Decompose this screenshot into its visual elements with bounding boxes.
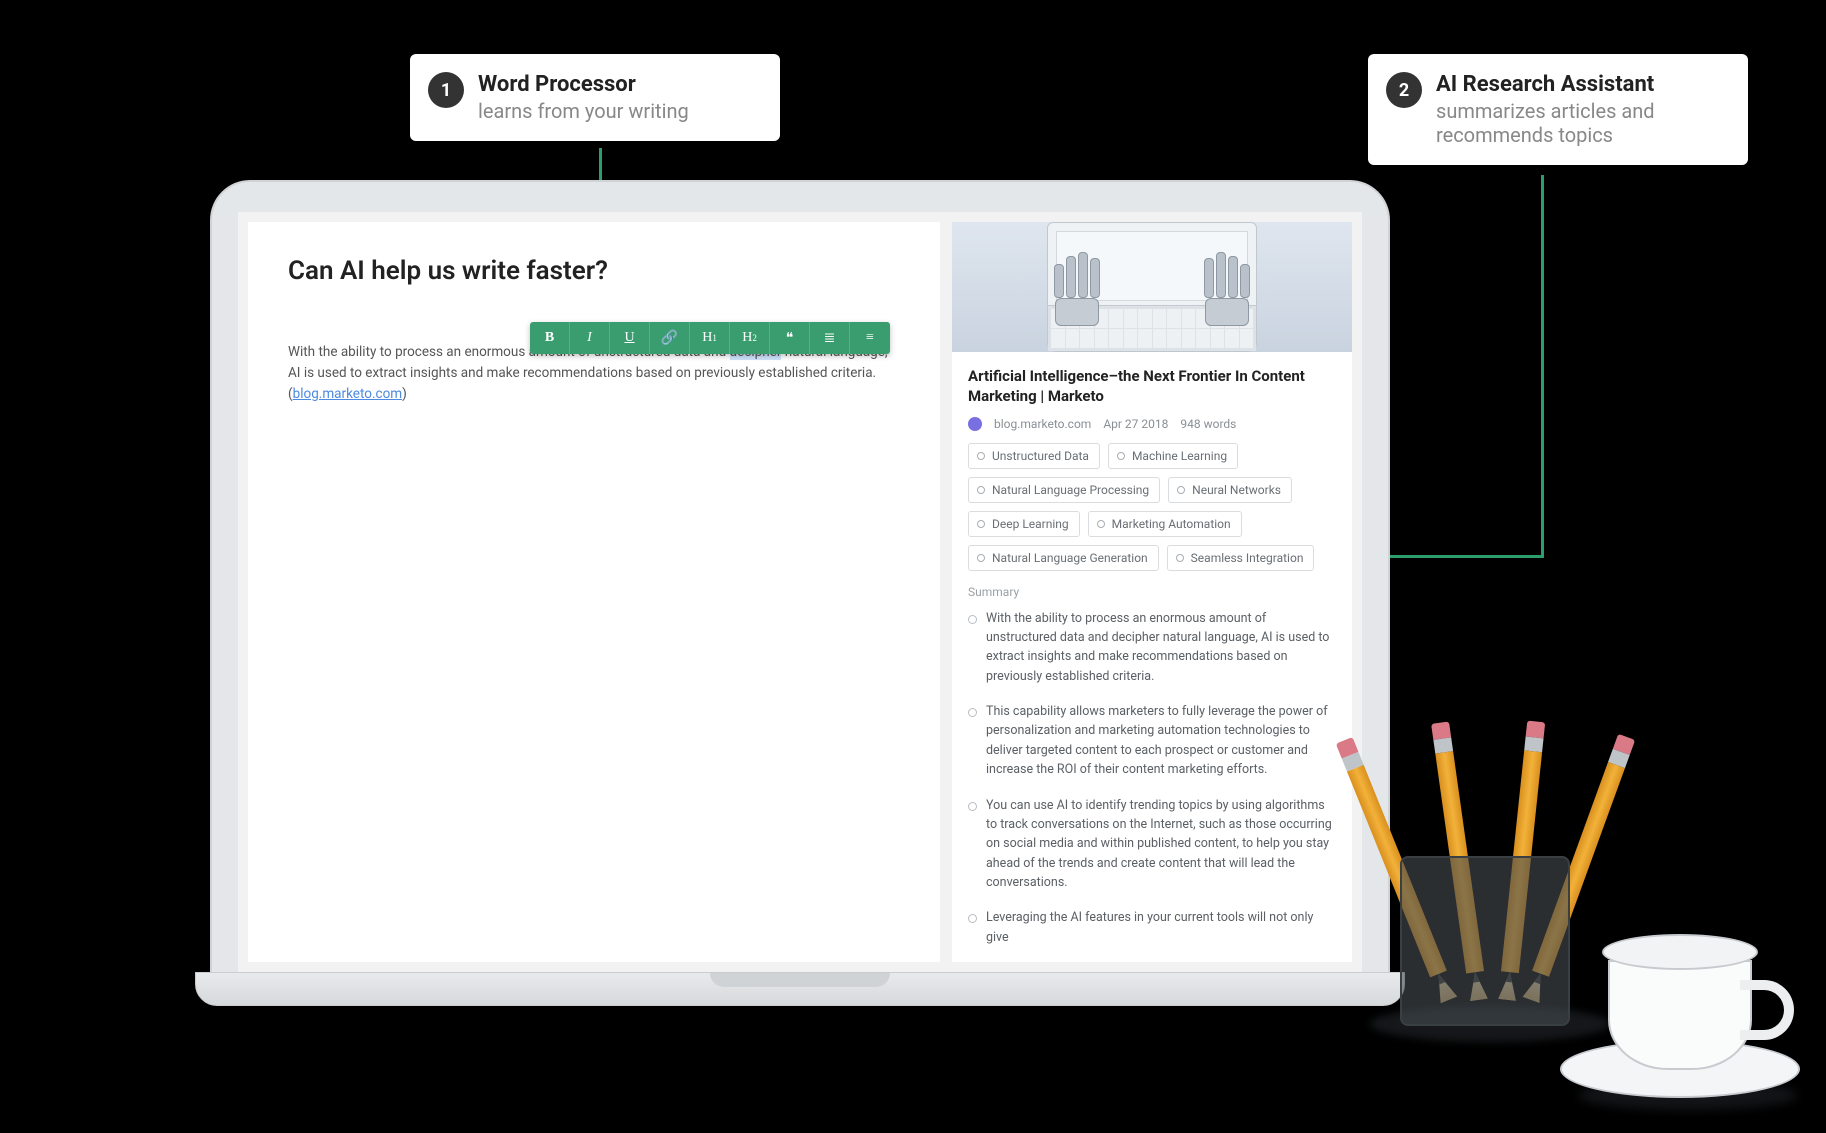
summary-list: With the ability to process an enormous … [968, 609, 1336, 963]
topic-tags: Unstructured Data Machine Learning Natur… [968, 443, 1336, 571]
document-title[interactable]: Can AI help us write faster? [288, 256, 900, 286]
radio-icon [1177, 486, 1185, 494]
article-hero-image [952, 222, 1352, 352]
topic-tag[interactable]: Seamless Integration [1167, 545, 1315, 571]
article-meta: blog.marketo.com Apr 27 2018 948 words [968, 417, 1336, 431]
callout-subtitle: summarizes articles and recommends topic… [1436, 99, 1724, 147]
app-screen: Can AI help us write faster? B I U 🔗 H1 … [238, 212, 1362, 972]
body-text-post: ) [402, 386, 407, 402]
topic-tag[interactable]: Natural Language Generation [968, 545, 1159, 571]
article-word-count: 948 words [1180, 417, 1236, 431]
quote-icon: ❝ [786, 330, 794, 347]
article-date: Apr 27 2018 [1103, 417, 1168, 431]
link-icon: 🔗 [661, 330, 678, 347]
summary-item: You can use AI to identify trending topi… [968, 796, 1336, 893]
summary-item: This capability allows marketers to full… [968, 702, 1336, 780]
heading1-button[interactable]: H1 [690, 322, 730, 354]
topic-tag[interactable]: Marketing Automation [1088, 511, 1242, 537]
heading2-button[interactable]: H2 [730, 322, 770, 354]
editor-panel[interactable]: Can AI help us write faster? B I U 🔗 H1 … [248, 222, 940, 962]
callout-word-processor: 1 Word Processor learns from your writin… [410, 54, 780, 141]
callout-subtitle: learns from your writing [478, 99, 689, 123]
source-favicon-icon [968, 417, 982, 431]
summary-item: With the ability to process an enormous … [968, 609, 1336, 687]
topic-tag[interactable]: Deep Learning [968, 511, 1080, 537]
radio-icon [977, 452, 985, 460]
list-ol-icon: ≡ [866, 330, 874, 346]
summary-label: Summary [968, 585, 1336, 599]
laptop-base [195, 972, 1405, 1006]
radio-icon [977, 486, 985, 494]
radio-icon [1176, 554, 1184, 562]
topic-tag[interactable]: Neural Networks [1168, 477, 1292, 503]
research-panel: Artificial Intelligence–the Next Frontie… [952, 222, 1352, 962]
bold-button[interactable]: B [530, 322, 570, 354]
callout-badge-2: 2 [1386, 72, 1422, 108]
unordered-list-button[interactable]: ≣ [810, 322, 850, 354]
article-title[interactable]: Artificial Intelligence–the Next Frontie… [968, 366, 1336, 407]
connector-line [1541, 175, 1544, 555]
citation-link[interactable]: blog.marketo.com [293, 386, 402, 402]
link-button[interactable]: 🔗 [650, 322, 690, 354]
article-source[interactable]: blog.marketo.com [994, 417, 1091, 431]
list-ul-icon: ≣ [824, 330, 836, 347]
quote-button[interactable]: ❝ [770, 322, 810, 354]
callout-title: AI Research Assistant [1436, 72, 1724, 97]
coffee-cup-illustration [1560, 910, 1800, 1110]
topic-tag[interactable]: Machine Learning [1108, 443, 1238, 469]
callout-badge-1: 1 [428, 72, 464, 108]
topic-tag[interactable]: Natural Language Processing [968, 477, 1160, 503]
ordered-list-button[interactable]: ≡ [850, 322, 890, 354]
callout-title: Word Processor [478, 72, 689, 97]
topic-tag[interactable]: Unstructured Data [968, 443, 1100, 469]
robot-hand-icon [1042, 252, 1112, 342]
underline-button[interactable]: U [610, 322, 650, 354]
summary-item: Leveraging the AI features in your curre… [968, 908, 1336, 947]
italic-button[interactable]: I [570, 322, 610, 354]
radio-icon [1097, 520, 1105, 528]
laptop-frame: Can AI help us write faster? B I U 🔗 H1 … [195, 180, 1405, 1006]
formatting-toolbar: B I U 🔗 H1 H2 ❝ ≣ ≡ [530, 322, 890, 354]
robot-hand-icon [1192, 252, 1262, 342]
radio-icon [1117, 452, 1125, 460]
radio-icon [977, 520, 985, 528]
callout-ai-research: 2 AI Research Assistant summarizes artic… [1368, 54, 1748, 165]
radio-icon [977, 554, 985, 562]
